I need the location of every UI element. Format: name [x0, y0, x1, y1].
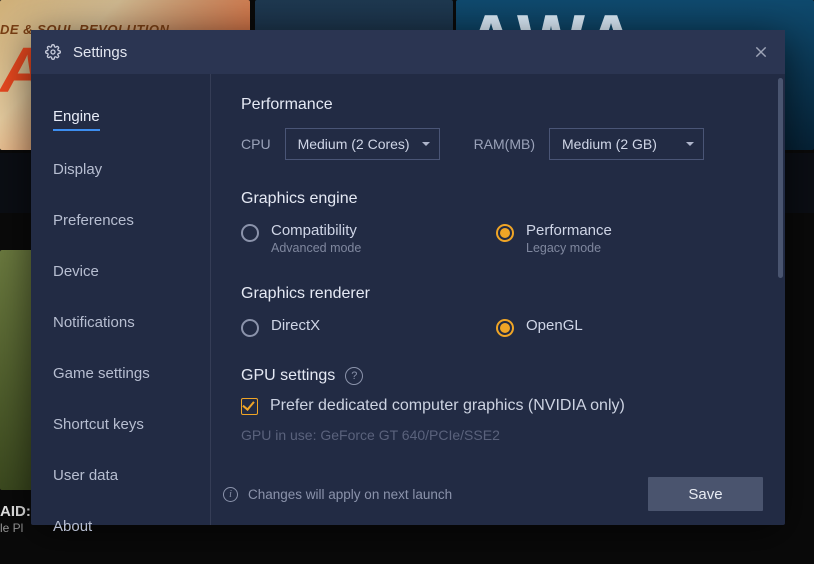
- chevron-down-icon: [685, 136, 695, 152]
- titlebar: Settings: [31, 30, 785, 74]
- ram-select[interactable]: Medium (2 GB): [549, 128, 704, 160]
- sidebar-item-about[interactable]: About: [53, 508, 92, 545]
- settings-dialog: Settings Engine Display Preferences Devi…: [31, 30, 785, 525]
- graphics-renderer-heading: Graphics renderer: [241, 285, 755, 303]
- performance-heading: Performance: [241, 96, 755, 114]
- chevron-down-icon: [421, 136, 431, 152]
- option-title: DirectX: [271, 317, 320, 334]
- option-title: OpenGL: [526, 317, 583, 334]
- option-subtitle: Legacy mode: [526, 241, 612, 255]
- sidebar-item-display[interactable]: Display: [53, 151, 102, 188]
- gpu-settings-heading: GPU settings: [241, 367, 335, 385]
- help-icon[interactable]: ?: [345, 367, 363, 385]
- graphics-engine-compatibility[interactable]: Compatibility Advanced mode: [241, 222, 496, 255]
- gpu-in-use-text: GPU in use: GeForce GT 640/PCIe/SSE2: [241, 427, 755, 443]
- sidebar: Engine Display Preferences Device Notifi…: [31, 74, 211, 525]
- radio-icon: [241, 224, 259, 242]
- ram-label: RAM(MB): [474, 136, 535, 152]
- content-pane: Performance CPU Medium (2 Cores) RAM(MB)…: [211, 74, 785, 525]
- option-title: Performance: [526, 222, 612, 239]
- prefer-dedicated-gpu-checkbox[interactable]: Prefer dedicated computer graphics (NVID…: [241, 397, 755, 415]
- graphics-engine-performance[interactable]: Performance Legacy mode: [496, 222, 751, 255]
- radio-icon: [241, 319, 259, 337]
- scrollbar[interactable]: [778, 78, 783, 278]
- cpu-select[interactable]: Medium (2 Cores): [285, 128, 440, 160]
- graphics-renderer-opengl[interactable]: OpenGL: [496, 317, 751, 337]
- option-title: Compatibility: [271, 222, 361, 239]
- sidebar-item-game-settings[interactable]: Game settings: [53, 355, 150, 392]
- gear-icon: [45, 44, 61, 60]
- sidebar-item-shortcut-keys[interactable]: Shortcut keys: [53, 406, 144, 443]
- radio-icon: [496, 224, 514, 242]
- ram-select-value: Medium (2 GB): [562, 136, 657, 152]
- info-icon: i: [223, 487, 238, 502]
- checkbox-icon: [241, 398, 258, 415]
- cpu-label: CPU: [241, 136, 271, 152]
- footer-info: i Changes will apply on next launch: [223, 487, 452, 502]
- bg-text: le Pl: [0, 521, 23, 535]
- sidebar-item-notifications[interactable]: Notifications: [53, 304, 135, 341]
- cpu-select-value: Medium (2 Cores): [298, 136, 410, 152]
- sidebar-item-user-data[interactable]: User data: [53, 457, 118, 494]
- graphics-renderer-directx[interactable]: DirectX: [241, 317, 496, 337]
- checkbox-label: Prefer dedicated computer graphics (NVID…: [270, 397, 625, 415]
- sidebar-item-preferences[interactable]: Preferences: [53, 202, 134, 239]
- dialog-title: Settings: [73, 44, 751, 61]
- close-button[interactable]: [751, 42, 771, 62]
- sidebar-item-engine[interactable]: Engine: [53, 98, 100, 131]
- graphics-engine-heading: Graphics engine: [241, 190, 755, 208]
- option-subtitle: Advanced mode: [271, 241, 361, 255]
- footer-info-text: Changes will apply on next launch: [248, 487, 452, 502]
- radio-icon: [496, 319, 514, 337]
- sidebar-item-device[interactable]: Device: [53, 253, 99, 290]
- save-button[interactable]: Save: [648, 477, 763, 511]
